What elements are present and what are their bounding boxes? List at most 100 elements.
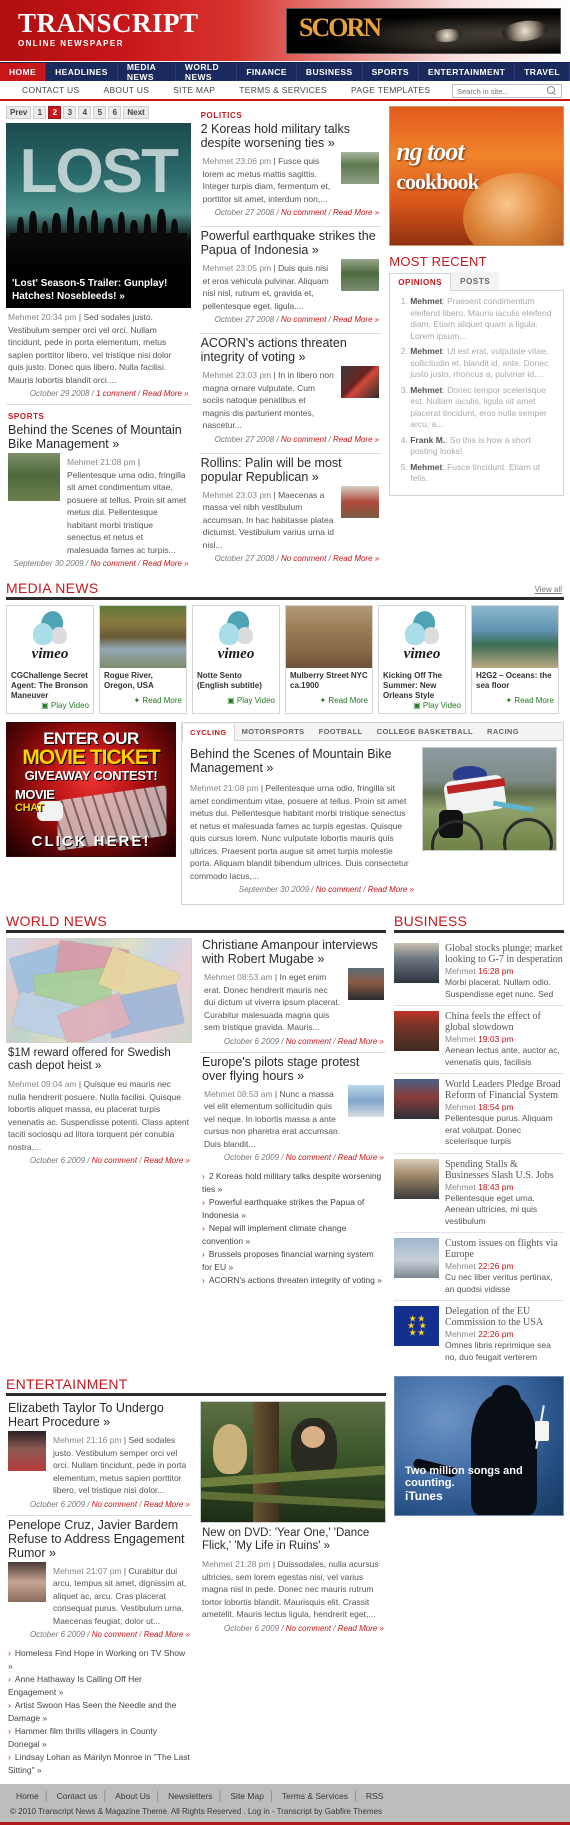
slider-image[interactable]: LOST [6, 123, 191, 273]
nav-item-media-news[interactable]: MEDIA NEWS [118, 62, 176, 82]
politics-thumb[interactable] [341, 152, 380, 184]
subnav-item-site-map[interactable]: SITE MAP [161, 85, 227, 95]
tab-opinions[interactable]: OPINIONS [389, 273, 452, 291]
search-input[interactable] [453, 85, 545, 97]
politics-thumb[interactable] [341, 485, 380, 518]
world-news-bullet[interactable]: 2 Koreas hold military talks despite wor… [202, 1170, 384, 1196]
politics-thumb[interactable] [341, 366, 380, 398]
entertainment-item-title[interactable]: Penelope Cruz, Javier Bardem Refuse to A… [6, 1518, 192, 1562]
business-thumb[interactable] [394, 1238, 439, 1278]
nav-item-home[interactable]: HOME [0, 63, 47, 81]
politics-readmore-link[interactable]: Read More » [333, 208, 379, 217]
most-recent-item[interactable]: Mehmet: Fusce tincidunt. Etiam ut felis. [410, 462, 557, 485]
world-news-readmore-link[interactable]: Read More » [338, 1153, 384, 1162]
media-card-action[interactable]: ✦ Read More [286, 696, 372, 708]
tab-football[interactable]: FOOTBALL [312, 723, 370, 740]
slider-page-4[interactable]: 4 [78, 106, 92, 119]
footer-link-site-map[interactable]: Site Map [224, 1791, 270, 1801]
slider-comment-link[interactable]: 1 comment [96, 389, 136, 398]
politics-title[interactable]: 2 Koreas hold military talks despite wor… [199, 122, 382, 152]
slider-page-3[interactable]: 3 [63, 106, 77, 119]
business-item-title[interactable]: Global stocks plunge; market looking to … [445, 943, 564, 965]
business-thumb[interactable] [394, 1079, 439, 1119]
entertainment-bullet[interactable]: Artist Swoon Has Seen the Needle and the… [8, 1699, 190, 1725]
media-card-action[interactable]: ▣ Play Video [193, 696, 279, 708]
world-news-lead-image[interactable] [6, 938, 192, 1043]
footer-link-about[interactable]: About Us [109, 1791, 156, 1801]
slider-pagination[interactable]: Prev 1 2 3 4 5 6 Next [6, 106, 191, 119]
business-item-title[interactable]: Spending Stalls & Businesses Slash U.S. … [445, 1159, 564, 1181]
tab-posts[interactable]: POSTS [451, 272, 500, 290]
sports-tab-comment-link[interactable]: No comment [316, 885, 361, 894]
world-news-comment-link[interactable]: No comment [286, 1153, 331, 1162]
world-news-readmore-link[interactable]: Read More » [338, 1037, 384, 1046]
world-news-comment-link[interactable]: No comment [286, 1037, 331, 1046]
politics-readmore-link[interactable]: Read More » [333, 554, 379, 563]
media-card[interactable]: vimeo Kicking Off The Summer: New Orlean… [378, 605, 466, 714]
media-card-action[interactable]: ▣ Play Video [7, 701, 93, 713]
site-logo[interactable]: TRANSCRIPT ONLINE NEWSPAPER [18, 8, 199, 48]
footer-link-contact[interactable]: Contact us [51, 1791, 104, 1801]
sports-tab-list[interactable]: CYCLING MOTORSPORTS FOOTBALL COLLEGE BAS… [182, 723, 563, 741]
footer-link-newsletters[interactable]: Newsletters [162, 1791, 218, 1801]
politics-comment-link[interactable]: No comment [281, 554, 326, 563]
dvd-readmore-link[interactable]: Read More » [338, 1624, 384, 1633]
media-card[interactable]: vimeo Notte Sento (English subtitle) ▣ P… [192, 605, 280, 714]
entertainment-bullet[interactable]: Lindsay Lohan as Marilyn Monroe in "The … [8, 1751, 190, 1777]
nav-item-headlines[interactable]: HEADLINES [46, 63, 118, 81]
business-item[interactable]: China feels the effect of global slowdow… [394, 1006, 564, 1074]
business-item[interactable]: ★ ★ ★ ★ ★ ★ Delegation of the EU Commissio… [394, 1301, 564, 1368]
media-card-image[interactable] [100, 606, 186, 668]
politics-title[interactable]: ACORN's actions threaten integrity of vo… [199, 336, 382, 366]
most-recent-item[interactable]: Mehmet: Donec tempor scelerisque est. Nu… [410, 385, 557, 431]
subnav-item-about-us[interactable]: ABOUT US [91, 85, 161, 95]
business-thumb[interactable] [394, 1158, 439, 1199]
media-card[interactable]: Mulberry Street NYC ca.1900 ✦ Read More [285, 605, 373, 714]
entertainment-thumb[interactable] [8, 1561, 46, 1602]
sports-feature-readmore-link[interactable]: Read More » [142, 559, 188, 568]
media-card-image[interactable]: vimeo [7, 606, 93, 668]
slider-next[interactable]: Next [123, 106, 149, 119]
search-box[interactable] [452, 84, 562, 98]
slider-page-1[interactable]: 1 [33, 106, 47, 119]
subnav-item-terms-services[interactable]: TERMS & SERVICES [227, 85, 339, 95]
world-news-bullet[interactable]: Nepal will implement climate change conv… [202, 1222, 384, 1248]
subnav-item-contact-us[interactable]: CONTACT US [10, 85, 91, 95]
entertainment-bullet[interactable]: Hammer film thrills villagers in County … [8, 1725, 190, 1751]
scorn-ad-banner[interactable]: SCORN [286, 8, 561, 54]
sports-tab-readmore-link[interactable]: Read More » [368, 885, 414, 894]
nav-item-finance[interactable]: FINANCE [237, 63, 297, 81]
world-news-lead-title[interactable]: $1M reward offered for Swedish cash depo… [6, 1043, 192, 1075]
business-item-title[interactable]: Custom issues on flights via Europe [445, 1238, 564, 1260]
world-news-lead-comment-link[interactable]: No comment [92, 1156, 137, 1165]
sports-feature-comment-link[interactable]: No comment [90, 559, 135, 568]
tab-motorsports[interactable]: MOTORSPORTS [235, 723, 312, 740]
world-news-title-item[interactable]: Christiane Amanpour interviews with Robe… [200, 938, 386, 968]
main-navigation[interactable]: HOME HEADLINES MEDIA NEWS WORLD NEWS FIN… [0, 62, 570, 82]
politics-comment-link[interactable]: No comment [281, 208, 326, 217]
tab-racing[interactable]: RACING [480, 723, 526, 740]
slider-page-5[interactable]: 5 [93, 106, 107, 119]
politics-comment-link[interactable]: No comment [281, 435, 326, 444]
slider-prev[interactable]: Prev [6, 106, 32, 119]
media-card-image[interactable] [472, 606, 558, 668]
media-news-view-all-link[interactable]: View all [535, 585, 562, 594]
politics-title[interactable]: Rollins: Palin will be most popular Repu… [199, 456, 382, 486]
itunes-ad-banner[interactable]: Two million songs and counting. iTunes [394, 1376, 564, 1516]
world-news-thumb[interactable] [348, 1084, 384, 1117]
footer-links[interactable]: Home | Contact us | About Us | Newsletters |… [10, 1790, 560, 1802]
subnav-item-page-templates[interactable]: PAGE TEMPLATES [339, 85, 442, 95]
politics-title[interactable]: Powerful earthquake strikes the Papua of… [199, 229, 382, 259]
entertainment-comment-link[interactable]: No comment [92, 1630, 137, 1639]
entertainment-comment-link[interactable]: No comment [92, 1500, 137, 1509]
entertainment-readmore-link[interactable]: Read More » [144, 1500, 190, 1509]
slider-caption[interactable]: 'Lost' Season-5 Trailer: Gunplay! Hatche… [6, 273, 191, 308]
media-card[interactable]: vimeo CGChallenge Secret Agent: The Bron… [6, 605, 94, 714]
world-news-thumb[interactable] [348, 968, 384, 1000]
business-item[interactable]: Spending Stalls & Businesses Slash U.S. … [394, 1154, 564, 1233]
most-recent-tabs[interactable]: OPINIONS POSTS [389, 272, 564, 291]
business-item-title[interactable]: Delegation of the EU Commission to the U… [445, 1306, 564, 1328]
business-item[interactable]: World Leaders Pledge Broad Reform of Fin… [394, 1074, 564, 1154]
sports-tab-image[interactable] [422, 747, 557, 851]
business-item-title[interactable]: China feels the effect of global slowdow… [445, 1011, 564, 1033]
